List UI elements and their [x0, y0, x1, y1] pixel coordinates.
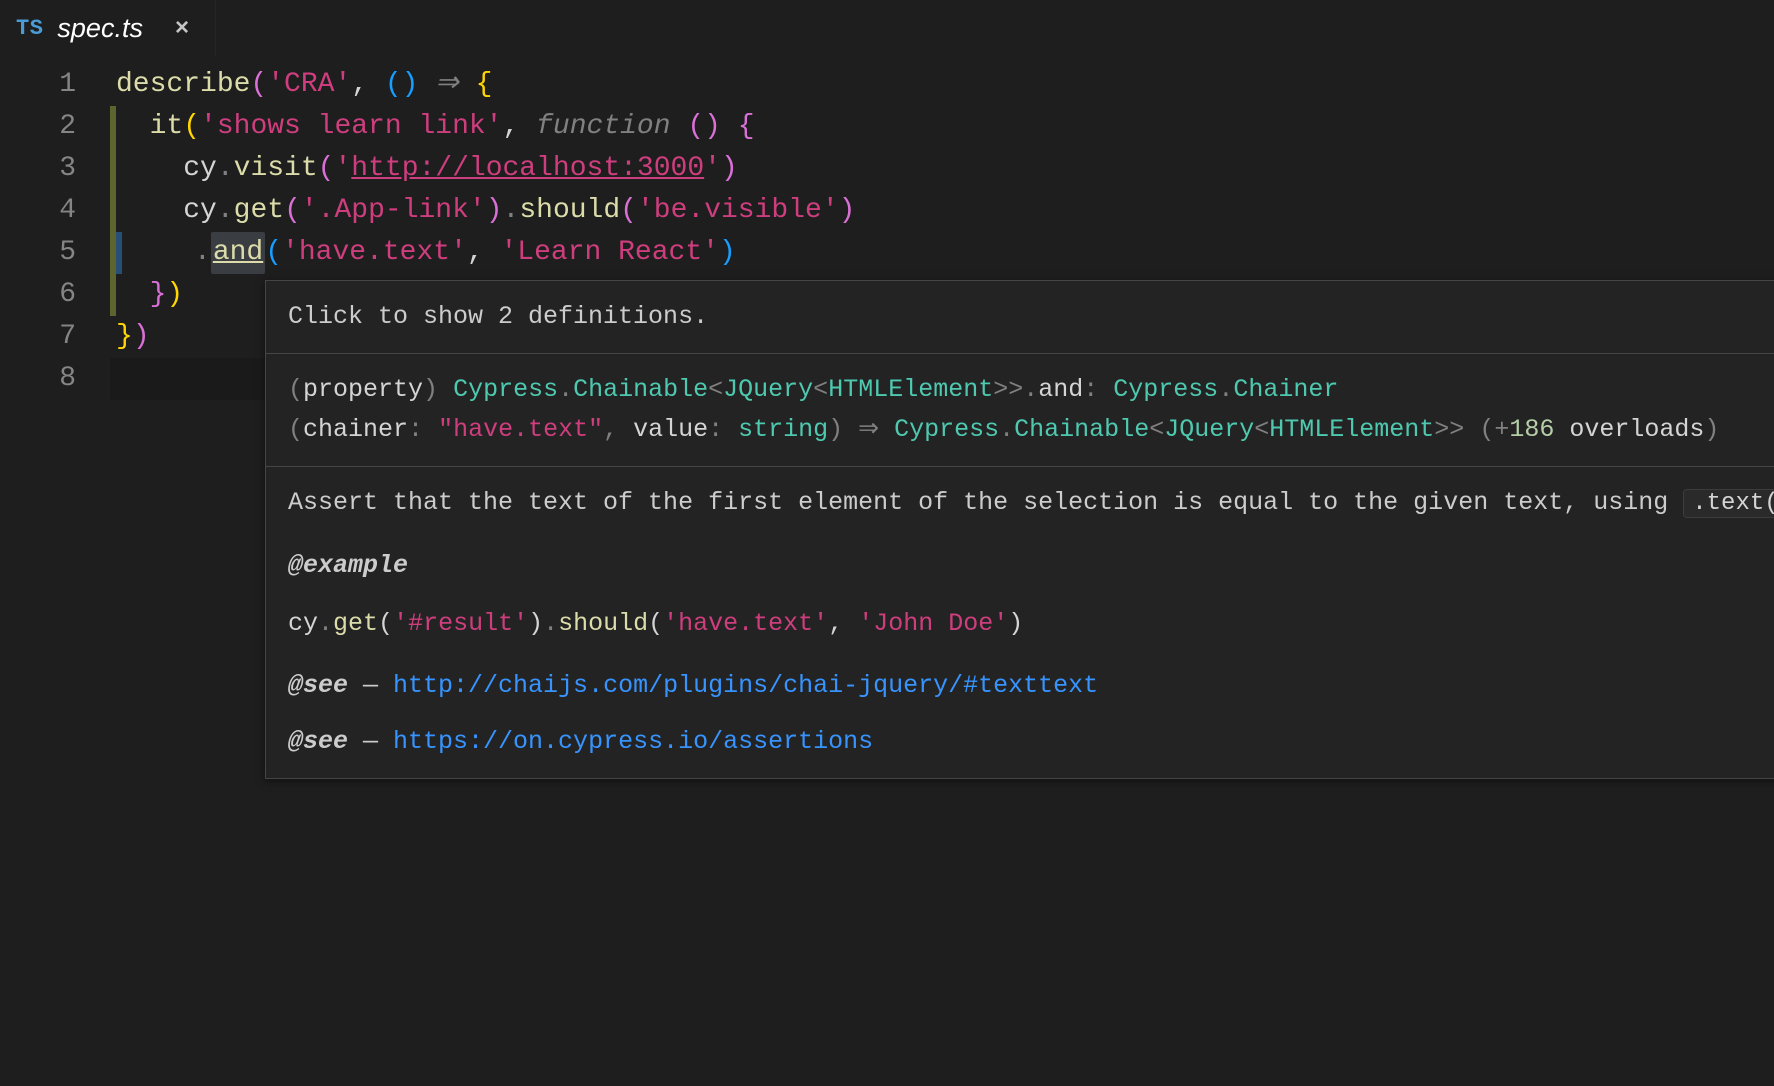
jsdoc-see-tag: @see [288, 727, 348, 756]
doc-link-cypress[interactable]: https://on.cypress.io/assertions [393, 727, 873, 756]
url-link[interactable]: http://localhost:3000 [351, 148, 704, 190]
typescript-icon: TS [16, 16, 43, 41]
doc-link-chaijs[interactable]: http://chaijs.com/plugins/chai-jquery/#t… [393, 671, 1098, 700]
tab-bar: TS spec.ts × [0, 0, 1774, 56]
code-line[interactable]: .and('have.text', 'Learn React') [110, 232, 1774, 274]
hover-documentation: Assert that the text of the first elemen… [266, 467, 1774, 778]
line-number: 7 [0, 316, 76, 358]
line-number: 6 [0, 274, 76, 316]
code-line[interactable]: it('shows learn link', function () { [110, 106, 1774, 148]
line-number: 8 [0, 358, 76, 400]
jsdoc-see-tag: @see [288, 671, 348, 700]
editor-tab-spec[interactable]: TS spec.ts × [0, 0, 216, 56]
code-editor[interactable]: 1 2 3 4 5 6 7 8 describe('CRA', () ⇒ { i… [0, 56, 1774, 400]
close-icon[interactable]: × [175, 14, 189, 42]
code-line[interactable]: cy.get('.App-link').should('be.visible') [110, 190, 1774, 232]
inline-code: .text() [1683, 489, 1774, 518]
code-line[interactable]: describe('CRA', () ⇒ { [110, 64, 1774, 106]
line-number: 3 [0, 148, 76, 190]
jsdoc-example-tag: @example [288, 546, 1774, 586]
intellisense-hover[interactable]: Click to show 2 definitions. (property) … [265, 280, 1774, 779]
code-area[interactable]: describe('CRA', () ⇒ { it('shows learn l… [110, 64, 1774, 400]
line-number: 4 [0, 190, 76, 232]
hover-description: Assert that the text of the first elemen… [288, 488, 1668, 517]
tab-filename: spec.ts [57, 13, 143, 44]
line-number-gutter: 1 2 3 4 5 6 7 8 [0, 64, 110, 400]
code-line[interactable]: cy.visit('http://localhost:3000') [110, 148, 1774, 190]
hovered-token-and[interactable]: and [211, 232, 265, 274]
line-number: 5 [0, 232, 76, 274]
line-number: 1 [0, 64, 76, 106]
line-number: 2 [0, 106, 76, 148]
type-signature: (property) Cypress.Chainable<JQuery<HTML… [266, 354, 1774, 466]
definitions-link[interactable]: Click to show 2 definitions. [266, 281, 1774, 353]
example-code: cy.get('#result').should('have.text', 'J… [288, 604, 1774, 644]
